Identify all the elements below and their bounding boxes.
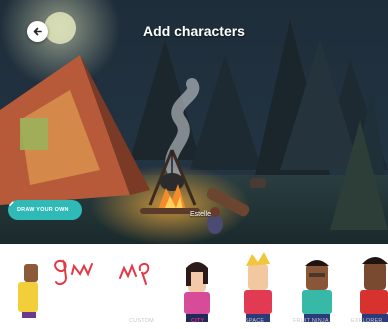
character-city-3[interactable] — [302, 260, 332, 322]
character-city-1[interactable] — [184, 262, 210, 322]
page-title: Add characters — [143, 23, 245, 39]
draw-your-own-label: DRAW YOUR OWN — [17, 207, 69, 213]
pencil-icon — [9, 201, 14, 206]
tab-city[interactable]: CITY — [191, 318, 204, 324]
character-partial-left[interactable] — [18, 264, 38, 318]
character-city-4[interactable] — [360, 257, 388, 322]
character-tray — [0, 244, 388, 329]
custom-doodle-character[interactable] — [54, 259, 150, 286]
tab-custom[interactable]: CUSTOM — [129, 318, 154, 324]
category-tabs: CUSTOM CITY SPACE FRUIT NINJA EXPLORER — [0, 318, 388, 329]
draw-your-own-button[interactable]: DRAW YOUR OWN — [8, 200, 82, 220]
camp-scene: Add characters DRAW YOUR OWN Estelle — [0, 0, 388, 244]
selected-character-name: Estelle — [190, 211, 212, 218]
tab-space[interactable]: SPACE — [245, 318, 264, 324]
character-city-2[interactable] — [244, 252, 272, 322]
tab-explorer[interactable]: EXPLORER — [351, 318, 383, 324]
tab-fruit-ninja[interactable]: FRUIT NINJA — [293, 318, 329, 324]
